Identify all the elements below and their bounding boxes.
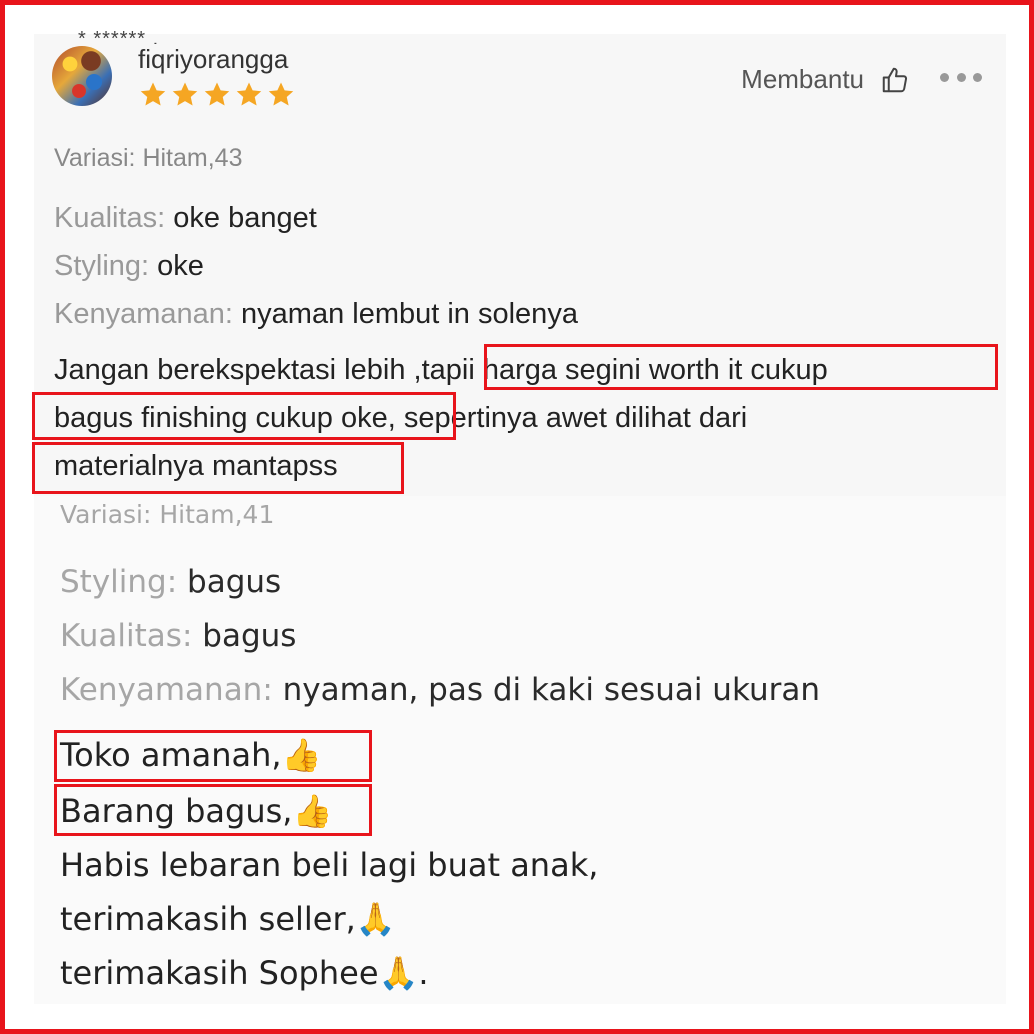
review-text-line: Toko amanah,👍 [60, 736, 322, 774]
star-icon [172, 82, 198, 106]
attribute-value: bagus [202, 618, 297, 654]
review-text-line: bagus finishing cukup oke, sepertinya aw… [54, 402, 748, 434]
attribute-label: Kenyamanan: [60, 672, 273, 708]
helpful-label: Membantu [741, 64, 864, 94]
star-rating [138, 80, 296, 114]
variation-label: Variasi: Hitam,41 [60, 500, 275, 529]
attribute-label: Styling: [60, 564, 178, 600]
review-card-2: Variasi: Hitam,41 Styling: bagus Kualita… [34, 496, 1006, 1004]
review-text-line: terimakasih Sophee🙏. [60, 954, 429, 992]
attribute-label: Styling: [54, 250, 150, 282]
attribute-value: nyaman lembut in solenya [241, 298, 578, 330]
reviewer-username[interactable]: fiqriyorangga [138, 44, 288, 75]
attribute-row: Kenyamanan: nyaman, pas di kaki sesuai u… [60, 672, 820, 708]
attribute-row: Kenyamanan: nyaman lembut in solenya [54, 298, 578, 331]
attribute-label: Kualitas: [54, 202, 166, 234]
attribute-row: Styling: oke [54, 250, 204, 283]
attribute-label: Kenyamanan: [54, 298, 233, 330]
thumbs-up-icon [882, 67, 908, 92]
attribute-value: nyaman, pas di kaki sesuai ukuran [282, 672, 820, 708]
attribute-row: Styling: bagus [60, 564, 281, 600]
review-text-line: Habis lebaran beli lagi buat anak, [60, 846, 599, 884]
attribute-value: bagus [187, 564, 282, 600]
review-text-line: materialnya mantapss [54, 450, 338, 482]
attribute-label: Kualitas: [60, 618, 193, 654]
previous-review-peek: * ****** . [78, 28, 160, 44]
star-icon [140, 82, 166, 106]
more-options-icon[interactable] [940, 64, 982, 90]
attribute-value: oke banget [173, 202, 317, 234]
variation-label: Variasi: Hitam,43 [54, 144, 243, 172]
star-icon [236, 82, 262, 106]
attribute-row: Kualitas: oke banget [54, 202, 317, 235]
star-icon [204, 82, 230, 106]
review-text-line: Barang bagus,👍 [60, 792, 333, 830]
attribute-value: oke [157, 250, 204, 282]
helpful-button[interactable]: Membantu [741, 64, 910, 95]
avatar[interactable] [52, 46, 112, 106]
star-icon [268, 82, 294, 106]
review-text-line: terimakasih seller,🙏 [60, 900, 396, 938]
attribute-row: Kualitas: bagus [60, 618, 296, 654]
review-card-1: * ****** . fiqriyorangga Membantu Varias… [34, 28, 1006, 496]
review-text-line: Jangan berekspektasi lebih ,tapii harga … [54, 354, 828, 386]
